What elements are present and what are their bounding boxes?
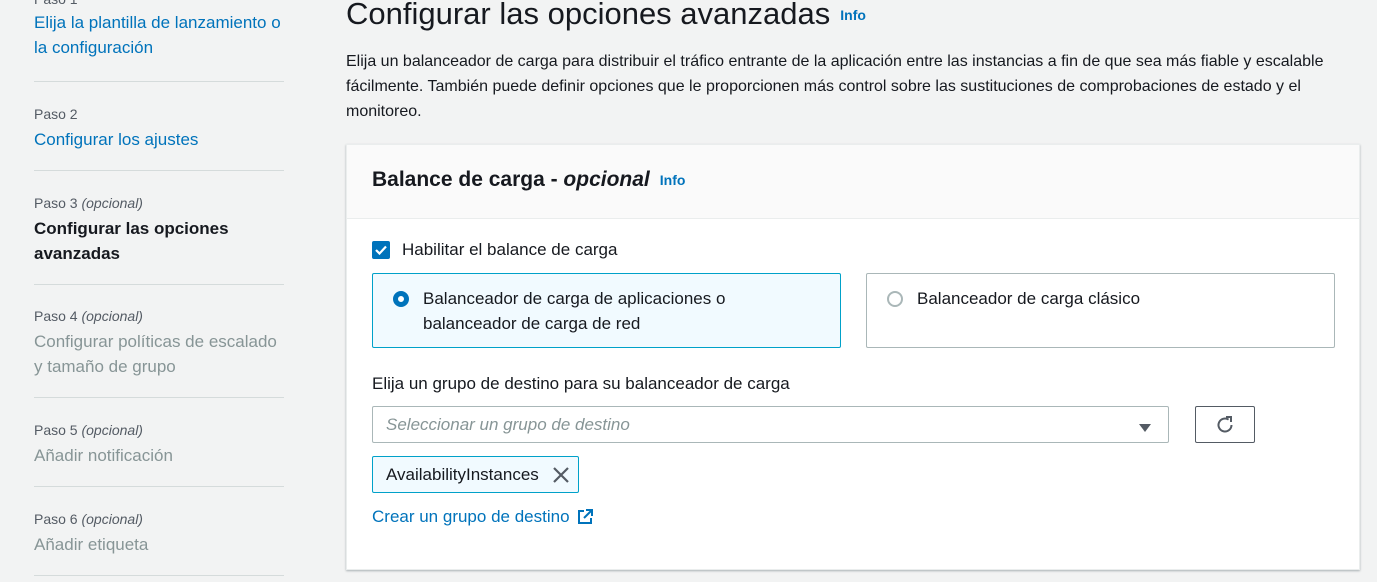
page-description: Elija un balanceador de carga para distr… [346,53,1324,120]
step-3-number: Paso 3 (opcional) [34,195,143,211]
enable-load-balancing-label: Habilitar el balance de carga [402,240,618,259]
step-divider [34,575,284,576]
enable-load-balancing-checkbox[interactable]: Habilitar el balance de carga [372,240,617,260]
option-application-network-lb[interactable]: Balanceador de carga de aplicaciones o b… [372,273,841,348]
target-group-label: Elija un grupo de destino para su balanc… [372,374,790,393]
step-1-link[interactable]: Elija la plantilla de lanzamiento o la c… [34,10,284,60]
external-link-icon [576,508,594,526]
target-group-placeholder: Seleccionar un grupo de destino [386,415,630,434]
step-divider [34,81,284,82]
panel-header: Balance de carga - opcional Info [347,145,1359,219]
page-title: Configurar las opciones avanzadas Info [346,0,866,41]
create-target-group-link-text: Crear un grupo de destino [372,507,570,526]
load-balancing-panel: Balance de carga - opcional Info Habilita… [346,144,1360,570]
step-5-number: Paso 5 (opcional) [34,422,143,438]
step-2: Paso 2 Configurar los ajustes [34,105,284,152]
step-divider [34,284,284,285]
step-2-number: Paso 2 [34,106,78,122]
step-1-number: Paso 1 [34,0,284,8]
caret-down-icon [1138,420,1152,438]
refresh-button[interactable] [1195,406,1255,443]
step-divider [34,486,284,487]
step-6-number: Paso 6 (opcional) [34,511,143,527]
step-5: Paso 5 (opcional) Añadir notificación [34,421,284,468]
refresh-icon [1214,414,1236,436]
panel-title-text: Balance de carga - [372,168,564,191]
option-application-network-lb-label: Balanceador de carga de aplicaciones o b… [423,289,726,333]
wizard-steps-nav: Paso 1 Elija la plantilla de lanzamiento… [0,0,300,582]
step-3-current: Configurar las opciones avanzadas [34,219,229,263]
step-1: Paso 1 Elija la plantilla de lanzamiento… [34,0,284,60]
step-divider [34,397,284,398]
step-5-title: Añadir notificación [34,446,173,465]
option-classic-lb[interactable]: Balanceador de carga clásico [866,273,1335,348]
option-classic-lb-label: Balanceador de carga clásico [917,289,1141,308]
close-icon[interactable] [552,466,570,484]
panel-info-link[interactable]: Info [660,172,686,188]
check-icon[interactable] [372,241,390,259]
target-group-select[interactable]: Seleccionar un grupo de destino [372,406,1169,443]
page-title-text: Configurar las opciones avanzadas [346,0,831,31]
step-6-title: Añadir etiqueta [34,535,149,554]
step-divider [34,170,284,171]
panel-title: Balance de carga - opcional Info [372,168,685,192]
page-info-link[interactable]: Info [840,7,866,23]
step-4-title: Configurar políticas de escalado y tamañ… [34,332,277,376]
step-3: Paso 3 (opcional) Configurar las opcione… [34,194,284,266]
radio-unselected-icon[interactable] [887,291,903,307]
token-label: AvailabilityInstances [386,464,539,484]
target-group-token: AvailabilityInstances [372,456,579,493]
step-2-link[interactable]: Configurar los ajustes [34,127,284,152]
create-target-group-link[interactable]: Crear un grupo de destino [372,507,594,527]
step-4: Paso 4 (opcional) Configurar políticas d… [34,307,284,379]
step-6: Paso 6 (opcional) Añadir etiqueta [34,510,284,557]
panel-title-optional: opcional [563,168,650,191]
step-4-number: Paso 4 (opcional) [34,308,143,324]
radio-selected-icon[interactable] [393,291,409,307]
